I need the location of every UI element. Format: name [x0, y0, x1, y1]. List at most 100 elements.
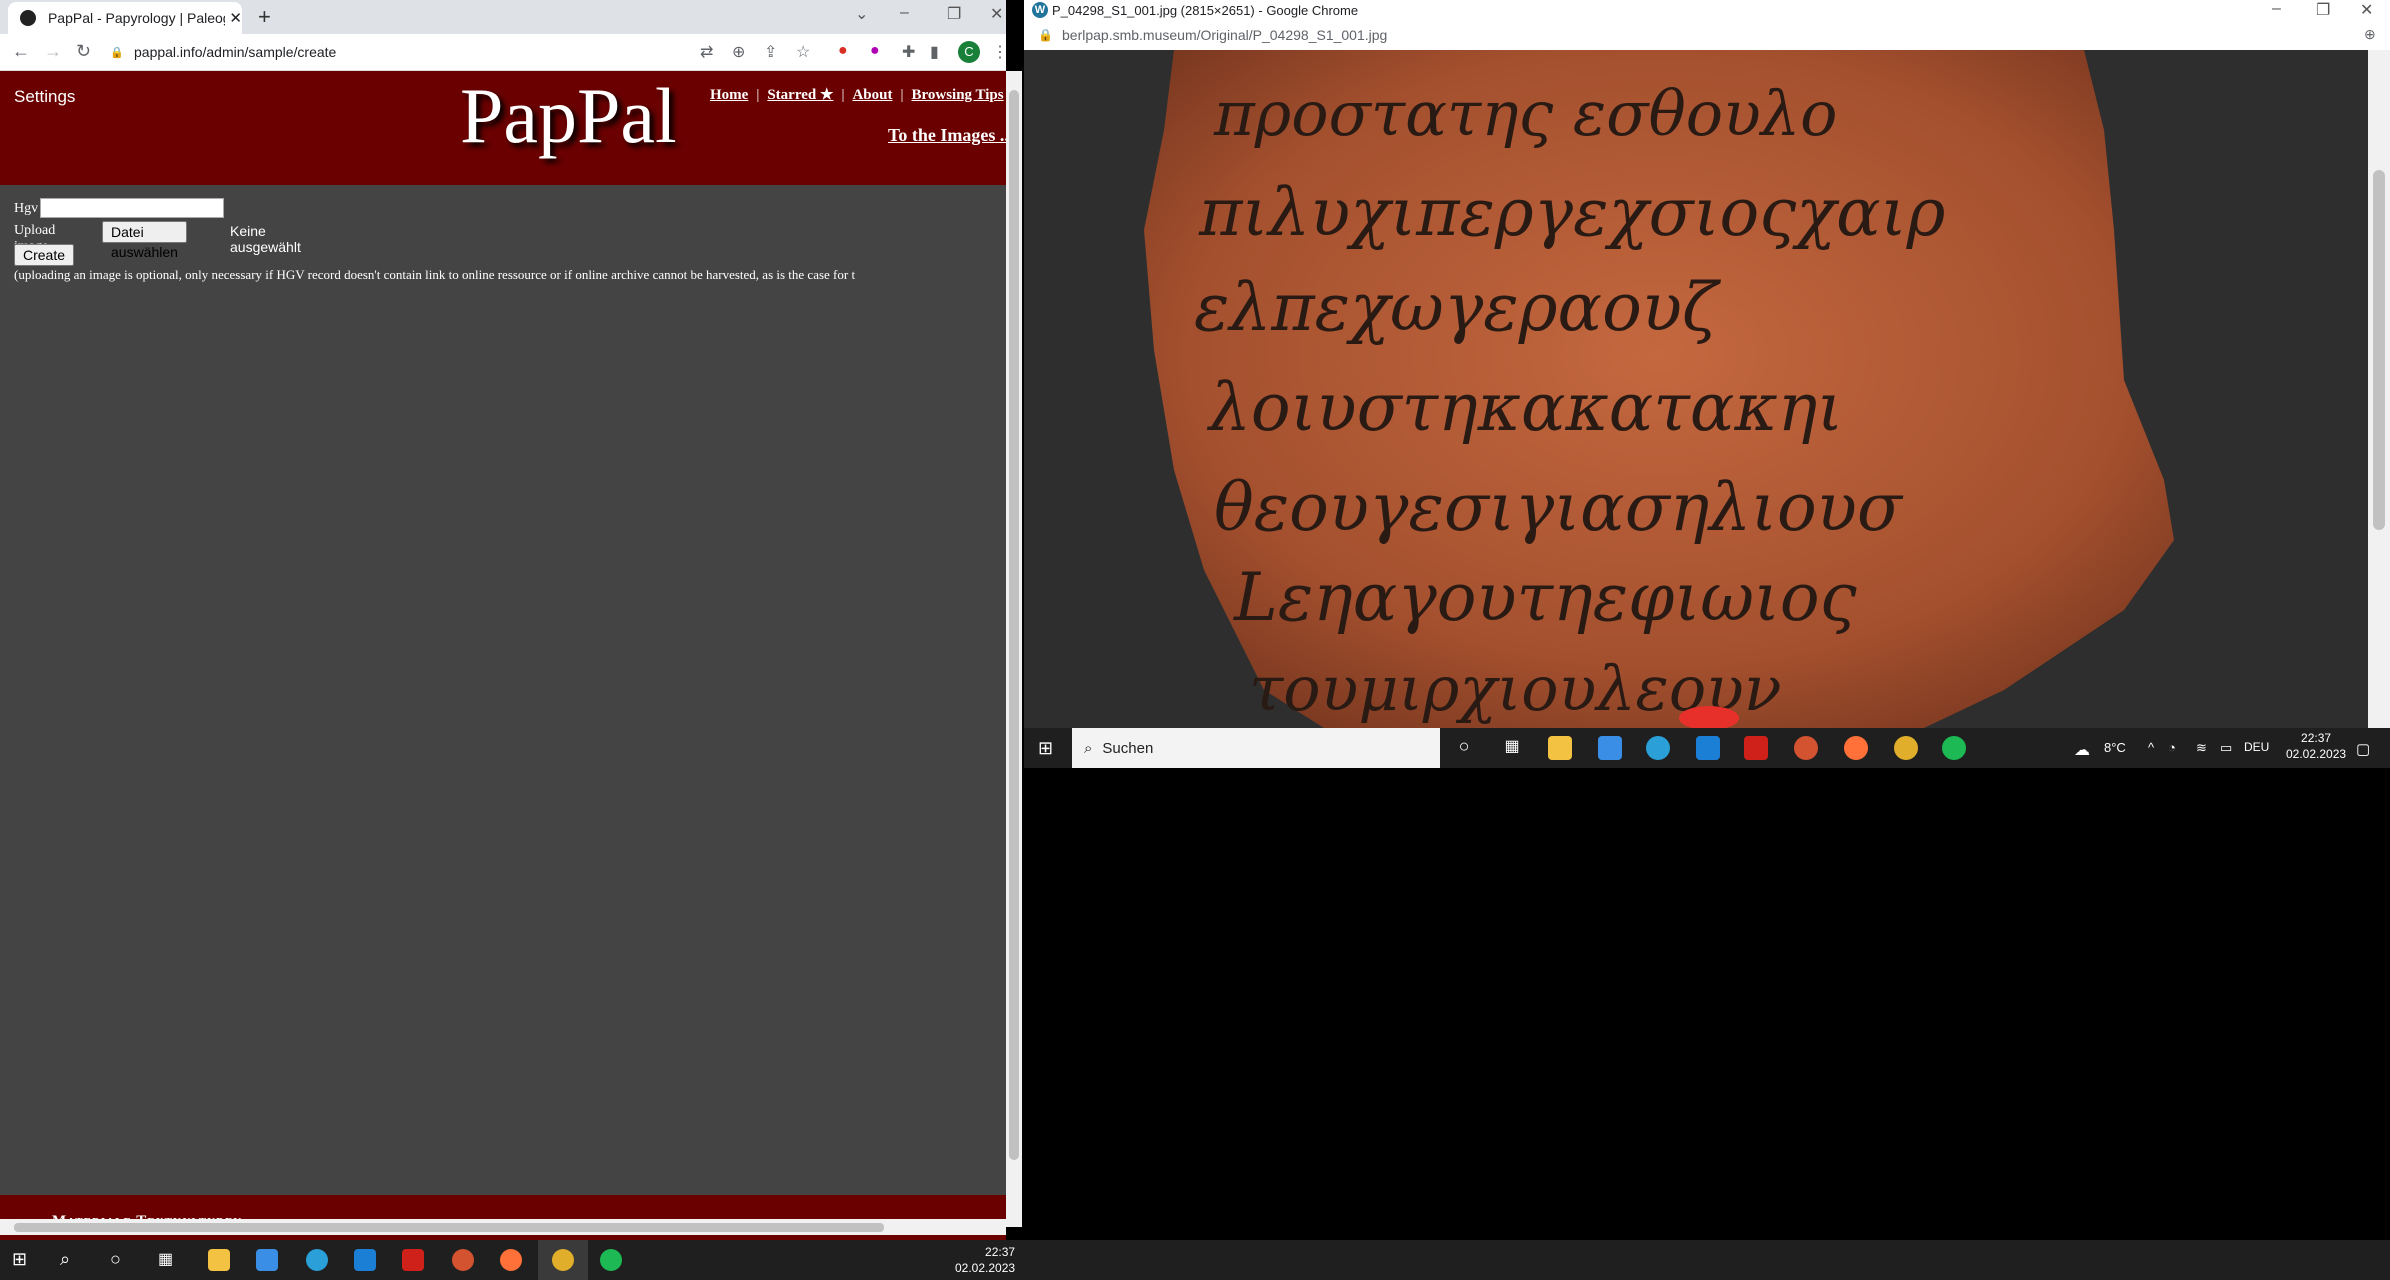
firefox-icon[interactable]: [1844, 736, 1868, 760]
extension-icon[interactable]: ●: [870, 42, 880, 60]
image-text-line: ελπεχωγεραουζ: [1194, 269, 1722, 346]
powerpoint-icon[interactable]: [452, 1249, 474, 1271]
task-view-icon[interactable]: ▦: [158, 1249, 173, 1269]
profile-avatar[interactable]: C: [958, 41, 980, 63]
main-taskbar: ⊞ ⌕ ○ ▦ 22:37 02.02.2023: [0, 1240, 2390, 1280]
to-images-link[interactable]: To the Images ...: [888, 125, 1006, 146]
search-icon: ⌕: [1084, 739, 1093, 757]
windows-start-icon[interactable]: ⊞: [1038, 738, 1053, 759]
powerpoint-icon[interactable]: [1794, 736, 1818, 760]
vertical-scroll-thumb[interactable]: [1009, 90, 1019, 1160]
tray-chevron-icon[interactable]: ^: [2148, 740, 2154, 755]
cortana-icon[interactable]: ○: [110, 1249, 121, 1270]
acrobat-icon[interactable]: [1744, 736, 1768, 760]
image-text-line: θεουγεσιγιασηλιουσ: [1214, 469, 1904, 546]
restore-icon[interactable]: ❐: [947, 4, 961, 24]
zoom-icon[interactable]: ⊕: [732, 42, 745, 62]
main-time: 22:37: [985, 1245, 1016, 1259]
browser-toolbar: ← → ↻ 🔒 pappal.info/admin/sample/create …: [0, 34, 1006, 71]
secondary-clock[interactable]: 22:37 02.02.2023: [2286, 730, 2346, 762]
side-panel-icon[interactable]: ▮: [930, 42, 939, 62]
upload-note: (uploading an image is optional, only ne…: [14, 267, 856, 282]
address-bar[interactable]: 🔒 pappal.info/admin/sample/create: [110, 38, 710, 66]
tab-pappal[interactable]: PapPal - Papyrology | Paleograph ✕: [8, 2, 242, 34]
image-text-line: Lεηαγουτηεφιωιος: [1233, 559, 1857, 636]
edge-icon[interactable]: [306, 1249, 328, 1271]
nav-browsing-tips[interactable]: Browsing Tips: [911, 87, 1003, 103]
right-window-titlebar: W P_04298_S1_001.jpg (2815×2651) - Googl…: [1024, 0, 2390, 22]
nav-about[interactable]: About: [852, 87, 892, 103]
address-url: pappal.info/admin/sample/create: [134, 44, 337, 60]
store-icon[interactable]: [256, 1249, 278, 1271]
cortana-icon[interactable]: ○: [1452, 736, 1476, 760]
spotify-icon[interactable]: [600, 1249, 622, 1271]
extensions-puzzle-icon[interactable]: ✚: [902, 42, 915, 62]
weather-temp[interactable]: 8°C: [2104, 740, 2126, 755]
tab-search-icon[interactable]: ⌄: [855, 4, 868, 24]
store-icon[interactable]: [1598, 736, 1622, 760]
menu-icon[interactable]: ⋮: [992, 42, 1006, 62]
image-text-line: πιλυχιπεργεχσιοςχαιρ: [1198, 174, 1946, 251]
close-tab-icon[interactable]: ✕: [229, 9, 242, 27]
right-address-bar[interactable]: 🔒 berlpap.smb.museum/Original/P_04298_S1…: [1024, 22, 2390, 50]
bookmark-star-icon[interactable]: ☆: [796, 42, 810, 62]
chrome-icon[interactable]: [1894, 736, 1918, 760]
new-tab-icon[interactable]: +: [258, 4, 271, 30]
choose-file-button[interactable]: Datei auswählen: [102, 221, 187, 260]
horizontal-scroll-thumb[interactable]: [14, 1223, 884, 1232]
ostracon-svg: προστατης εσθουλο πιλυχιπεργεχσιοςχαιρ ε…: [1024, 50, 2368, 728]
task-view-icon[interactable]: ▦: [1500, 736, 1524, 760]
no-file-selected-text: Keine ausgewählt: [230, 223, 301, 255]
taskbar-search-box[interactable]: ⌕ Suchen: [1072, 728, 1440, 768]
minimize-icon[interactable]: –: [900, 4, 909, 22]
pappal-page: Settings PapPal Home | Starred ★ | About | Bro…: [0, 71, 1006, 1240]
firefox-icon[interactable]: [500, 1249, 522, 1271]
back-icon[interactable]: ←: [12, 41, 30, 62]
windows-start-icon[interactable]: ⊞: [12, 1249, 27, 1270]
main-clock[interactable]: 22:37 02.02.2023: [955, 1244, 1015, 1276]
forward-icon[interactable]: →: [44, 41, 62, 62]
notification-icon[interactable]: ▢: [2356, 740, 2370, 758]
site-header: Settings PapPal Home | Starred ★ | About | Bro…: [0, 71, 1006, 185]
chrome-icon[interactable]: [552, 1249, 574, 1271]
right-vertical-scroll-thumb[interactable]: [2373, 170, 2385, 530]
zoom-icon[interactable]: ⊕: [2364, 26, 2376, 43]
secondary-taskbar: ⊞ ⌕ Suchen ○ ▦ ☁ 8°C ^ ◔ ≋ ▭ DEU 22:37 0…: [1024, 728, 2390, 768]
file-explorer-icon[interactable]: [208, 1249, 230, 1271]
file-explorer-icon[interactable]: [1548, 736, 1572, 760]
top-nav: Home|Starred ★|About|Browsing Tips|C: [710, 87, 1004, 103]
image-text-line: λοιυστηκακατακηι: [1206, 369, 1843, 446]
settings-link[interactable]: Settings: [14, 87, 75, 107]
wifi-icon[interactable]: ≋: [2196, 740, 2207, 756]
weather-cloud-icon[interactable]: ☁: [2074, 740, 2090, 760]
right-window-title: P_04298_S1_001.jpg (2815×2651) - Google …: [1052, 3, 1359, 18]
site-logo[interactable]: PapPal: [460, 71, 677, 161]
create-button[interactable]: Create: [14, 244, 75, 266]
acrobat-icon[interactable]: [402, 1249, 424, 1271]
search-icon[interactable]: ⌕: [60, 1249, 70, 1270]
nav-starred[interactable]: Starred ★: [767, 87, 833, 103]
close-window-icon[interactable]: ✕: [2360, 0, 2373, 20]
minimize-icon[interactable]: –: [2272, 0, 2281, 18]
nav-home[interactable]: Home: [710, 87, 748, 103]
tab-title: PapPal - Papyrology | Paleograph: [47, 10, 225, 26]
reload-icon[interactable]: ↻: [76, 41, 91, 62]
restore-icon[interactable]: ❐: [2316, 0, 2330, 20]
share-icon[interactable]: ⇪: [764, 42, 777, 62]
edge-icon[interactable]: [1646, 736, 1670, 760]
lock-icon: 🔒: [1038, 28, 1053, 42]
secondary-time: 22:37: [2301, 731, 2332, 745]
translate-icon[interactable]: ⇄: [700, 42, 713, 62]
close-window-icon[interactable]: ✕: [990, 4, 1003, 24]
network-icon[interactable]: ◔: [2168, 740, 2176, 755]
main-date: 02.02.2023: [955, 1261, 1016, 1275]
hgv-input[interactable]: [40, 198, 224, 218]
search-label: Suchen: [1102, 739, 1154, 757]
battery-icon[interactable]: ▭: [2220, 740, 2232, 756]
mail-icon[interactable]: [354, 1249, 376, 1271]
extension-icon[interactable]: ●: [838, 42, 848, 60]
mail-icon[interactable]: [1696, 736, 1720, 760]
spotify-icon[interactable]: [1942, 736, 1966, 760]
language-indicator[interactable]: DEU: [2244, 740, 2269, 754]
secondary-date: 02.02.2023: [2286, 747, 2347, 761]
